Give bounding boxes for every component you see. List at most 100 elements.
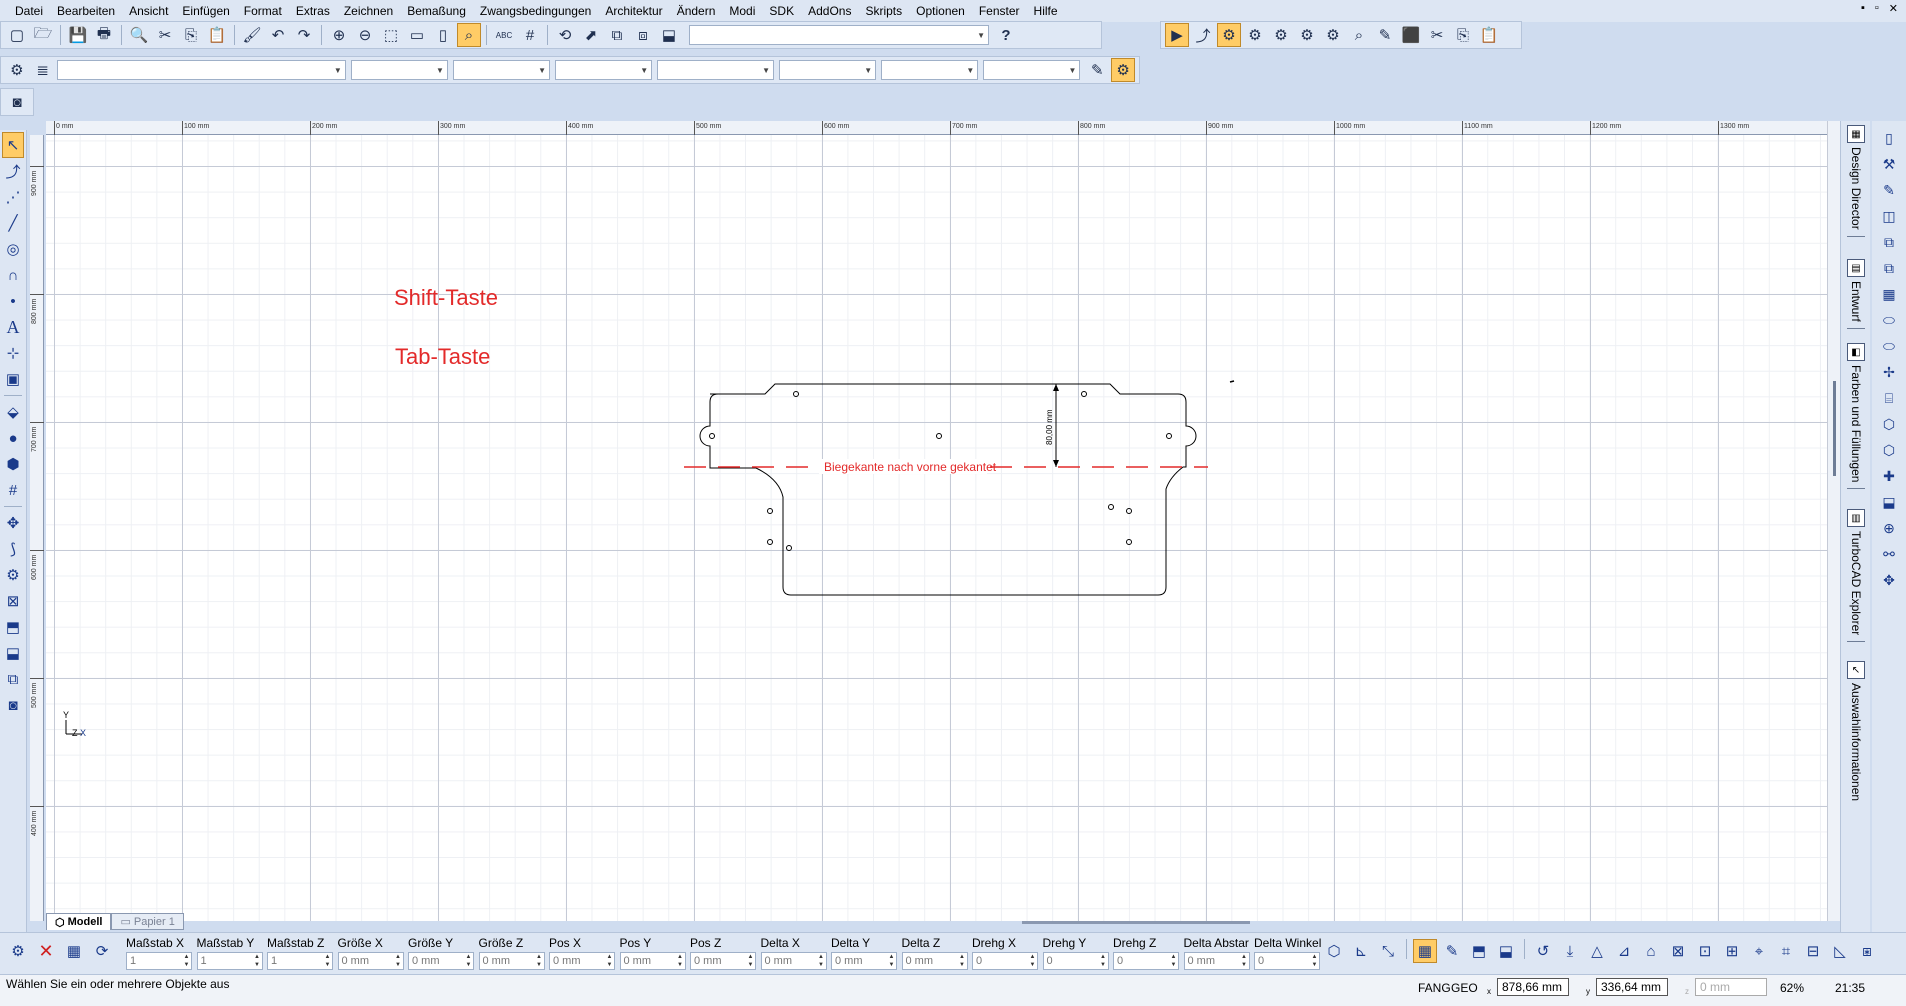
menu-item-16[interactable]: Fenster <box>972 1 1027 21</box>
snap-icon[interactable]: ⊠ <box>2 588 24 614</box>
tab-paper[interactable]: ▭ Papier 1 <box>111 913 184 930</box>
snap-center-icon[interactable]: ⬓ <box>1494 939 1518 963</box>
plus-icon[interactable]: ✚ <box>1878 463 1900 489</box>
selection-button-2[interactable]: ⚙ <box>1217 23 1241 47</box>
help-icon[interactable]: ? <box>994 23 1018 47</box>
standard-button-16[interactable]: ⌕ <box>457 23 481 47</box>
standard-button-20[interactable]: ⬈ <box>579 23 603 47</box>
standard-button-13[interactable]: ⬚ <box>379 23 403 47</box>
menu-item-0[interactable]: Datei <box>8 1 50 21</box>
standard-button-5[interactable]: ✂ <box>153 23 177 47</box>
standard-button-6[interactable]: ⎘ <box>179 23 203 47</box>
link-icon[interactable]: ⚯ <box>1878 541 1900 567</box>
box-icon[interactable]: ⬓ <box>1878 489 1900 515</box>
selection-button-11[interactable]: ⎘ <box>1451 23 1475 47</box>
selection-button-9[interactable]: ⬛ <box>1399 23 1423 47</box>
standard-button-11[interactable]: ⊕ <box>327 23 351 47</box>
standard-button-14[interactable]: ▭ <box>405 23 429 47</box>
table-icon[interactable]: ▦ <box>62 939 86 963</box>
sphere-icon[interactable]: ● <box>2 425 24 451</box>
standard-button-4[interactable]: 🔍 <box>127 23 151 47</box>
standard-button-23[interactable]: ⬓ <box>657 23 681 47</box>
menu-item-11[interactable]: Modi <box>722 1 762 21</box>
move-icon[interactable]: ✥ <box>2 510 24 536</box>
mesh-icon[interactable]: ✢ <box>1878 359 1900 385</box>
panel-tab-explorer[interactable]: ▥ TurboCAD Explorer <box>1844 509 1868 643</box>
menu-item-5[interactable]: Extras <box>289 1 337 21</box>
snap-mid-icon[interactable]: ⬒ <box>1467 939 1491 963</box>
field-input[interactable]: 0 ▲ ▼ <box>1113 952 1179 970</box>
field-input[interactable]: 0 mm ▲ ▼ <box>619 952 686 970</box>
hole[interactable] <box>786 545 792 551</box>
menu-item-12[interactable]: SDK <box>762 1 801 21</box>
field-input[interactable]: 0 mm ▲ ▼ <box>831 952 897 970</box>
standard-button-2[interactable]: 💾 <box>66 23 90 47</box>
text-style-combo[interactable]: ▼ <box>881 60 979 80</box>
snap-node-icon[interactable]: ⌂ <box>1639 939 1663 963</box>
spinner-icon[interactable]: ▲ ▼ <box>323 953 332 969</box>
coord-y-field[interactable]: 336,64 mm <box>1596 978 1668 996</box>
snap-grid-icon[interactable]: ▦ <box>1413 939 1437 963</box>
settings-icon[interactable]: ⚙ <box>6 939 30 963</box>
selection-button-1[interactable]: ⤴ <box>1191 23 1215 47</box>
hole[interactable] <box>1126 508 1132 514</box>
standard-button-7[interactable]: 📋 <box>205 23 229 47</box>
snap-near-icon[interactable]: ⌖ <box>1747 939 1771 963</box>
coord-z-field[interactable]: 0 mm <box>1695 978 1767 996</box>
field-input[interactable]: 1 ▲ ▼ <box>267 952 333 970</box>
select-arrow-icon[interactable]: ↖ <box>2 132 24 158</box>
field-input[interactable]: 0 ▲ ▼ <box>1042 952 1109 970</box>
field-input[interactable]: 0 mm ▲ ▼ <box>1183 952 1250 970</box>
spinner-icon[interactable]: ▲ ▼ <box>1310 953 1319 969</box>
cylinder-icon[interactable]: ⌸ <box>1878 385 1900 411</box>
copy-icon[interactable]: ⧉ <box>1878 229 1900 255</box>
spinner-icon[interactable]: ▲ ▼ <box>1169 953 1178 969</box>
menu-item-14[interactable]: Skripts <box>858 1 909 21</box>
snap-intersect-icon[interactable]: ⊠ <box>1666 939 1690 963</box>
field-input[interactable]: 0 mm ▲ ▼ <box>478 952 545 970</box>
camera-view-icon[interactable]: ◙ <box>2 692 24 718</box>
standard-button-12[interactable]: ⊖ <box>353 23 377 47</box>
panel-tab-colors[interactable]: ◧ Farben und Füllungen <box>1844 343 1868 490</box>
field-input[interactable]: 0 mm ▲ ▼ <box>408 952 474 970</box>
spinner-icon[interactable]: ▲ ▼ <box>464 953 473 969</box>
move-icon[interactable]: ✥ <box>1878 567 1900 593</box>
settings-icon[interactable]: ⚙ <box>5 58 29 82</box>
geo-indicator[interactable]: GEO <box>1451 981 1478 995</box>
shape-icon[interactable]: ◫ <box>1878 203 1900 229</box>
dot-icon[interactable]: • <box>2 288 24 314</box>
standard-button-9[interactable]: ↶ <box>266 23 290 47</box>
snap-edge-icon[interactable]: ◺ <box>1828 939 1852 963</box>
line-icon[interactable]: ╱ <box>2 210 24 236</box>
erase-icon[interactable]: ⬭ <box>1878 307 1900 333</box>
selection-button-6[interactable]: ⚙ <box>1321 23 1345 47</box>
standard-button-3[interactable]: 🖶 <box>92 23 116 47</box>
target-icon[interactable]: ⊕ <box>1878 515 1900 541</box>
menu-item-4[interactable]: Format <box>237 1 289 21</box>
hatch-icon[interactable]: ▣ <box>2 366 24 392</box>
copy-icon[interactable]: ⧉ <box>1878 255 1900 281</box>
edit-node-icon[interactable]: ⤴ <box>2 158 24 184</box>
snap-end-icon[interactable]: ⤓ <box>1558 939 1582 963</box>
standard-button-1[interactable]: 🗁 <box>31 23 55 47</box>
selection-button-0[interactable]: ▶ <box>1165 23 1189 47</box>
text-icon[interactable]: A <box>2 314 24 340</box>
pattern-combo[interactable]: ▼ <box>779 60 877 80</box>
menu-item-6[interactable]: Zeichnen <box>337 1 400 21</box>
field-input[interactable]: 0 mm ▲ ▼ <box>690 952 756 970</box>
spinner-icon[interactable]: ▲ ▼ <box>1028 953 1037 969</box>
snap-vertex-icon[interactable]: ⤡ <box>1376 939 1400 963</box>
field-input[interactable]: 0 mm ▲ ▼ <box>549 952 615 970</box>
standard-button-10[interactable]: ↷ <box>292 23 316 47</box>
spinner-icon[interactable]: ▲ ▼ <box>1099 953 1108 969</box>
snap-ortho-icon[interactable]: ⊾ <box>1349 939 1373 963</box>
snap-rotate-icon[interactable]: ↺ <box>1531 939 1555 963</box>
hole[interactable] <box>1081 391 1087 397</box>
snap-align-icon[interactable]: ⌗ <box>1774 939 1798 963</box>
selection-button-10[interactable]: ✂ <box>1425 23 1449 47</box>
spinner-icon[interactable]: ▲ ▼ <box>253 953 262 969</box>
table-icon[interactable]: ▦ <box>1878 281 1900 307</box>
selection-button-4[interactable]: ⚙ <box>1269 23 1293 47</box>
camera-icon[interactable]: ◙ <box>5 90 29 114</box>
circle-icon[interactable]: ◎ <box>2 236 24 262</box>
